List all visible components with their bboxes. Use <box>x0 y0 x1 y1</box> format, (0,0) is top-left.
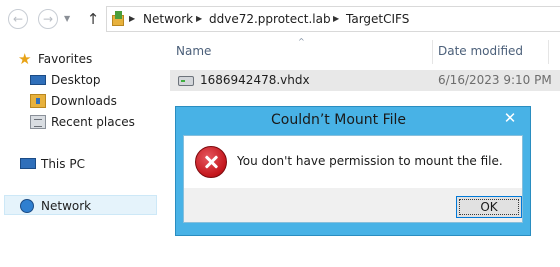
navigation-pane: ★ Favorites Desktop Downloads Recent pla… <box>0 38 160 267</box>
nav-downloads[interactable]: Downloads <box>30 91 130 111</box>
breadcrumb-network[interactable]: Network <box>143 12 193 26</box>
computer-icon <box>20 158 36 169</box>
column-divider[interactable] <box>432 40 433 64</box>
error-dialog: Couldn’t Mount File ✕ You don't have per… <box>175 106 531 236</box>
file-list-header: Name ^ Date modified <box>162 38 560 64</box>
network-icon <box>20 199 34 213</box>
file-date-modified: 6/16/2023 9:10 PM <box>438 73 552 87</box>
dialog-body: You don't have permission to mount the f… <box>183 135 523 223</box>
recent-locations-dropdown-icon[interactable]: ▼ <box>64 14 74 24</box>
address-bar[interactable]: ▶ Network ▶ ddve72.pprotect.lab ▶ Target… <box>106 6 560 32</box>
back-button[interactable]: ← <box>8 9 28 29</box>
up-arrow-icon[interactable]: ↑ <box>84 9 102 29</box>
nav-favorites[interactable]: ★ Favorites <box>18 49 118 69</box>
nav-desktop-label: Desktop <box>51 73 101 87</box>
breadcrumb-separator-icon[interactable]: ▶ <box>129 13 135 25</box>
recent-places-icon <box>30 115 46 129</box>
breadcrumb-separator-icon[interactable]: ▶ <box>196 13 202 25</box>
desktop-icon <box>30 75 46 85</box>
nav-this-pc-label: This PC <box>41 157 85 171</box>
breadcrumb-share[interactable]: TargetCIFS <box>346 12 409 26</box>
error-icon <box>195 146 227 178</box>
vhdx-file-icon <box>178 76 194 86</box>
nav-this-pc[interactable]: This PC <box>20 154 120 174</box>
nav-network[interactable]: Network <box>4 195 157 215</box>
close-icon[interactable]: ✕ <box>499 108 521 128</box>
dialog-message: You don't have permission to mount the f… <box>237 154 503 168</box>
ok-button[interactable]: OK <box>456 196 522 218</box>
column-header-date-modified[interactable]: Date modified <box>438 44 523 58</box>
dialog-footer: OK <box>184 188 522 222</box>
downloads-icon <box>30 94 46 108</box>
file-row[interactable]: 1686942478.vhdx 6/16/2023 9:10 PM <box>170 70 560 91</box>
column-divider[interactable] <box>548 40 549 64</box>
sort-indicator-icon: ^ <box>298 37 305 46</box>
breadcrumb-host[interactable]: ddve72.pprotect.lab <box>209 12 331 26</box>
navigation-bar: ← → ▼ ↑ ▶ Network ▶ ddve72.pprotect.lab … <box>0 0 560 38</box>
nav-favorites-label: Favorites <box>38 52 93 66</box>
dialog-title: Couldn’t Mount File <box>270 112 406 128</box>
nav-network-label: Network <box>41 199 92 213</box>
breadcrumb-separator-icon[interactable]: ▶ <box>333 13 339 25</box>
star-icon: ★ <box>18 50 32 68</box>
column-header-name[interactable]: Name <box>176 44 211 58</box>
nav-desktop[interactable]: Desktop <box>30 70 130 90</box>
nav-recent-places-label: Recent places <box>51 115 135 129</box>
nav-downloads-label: Downloads <box>51 94 117 108</box>
file-name: 1686942478.vhdx <box>200 73 310 87</box>
network-folder-icon <box>112 10 126 28</box>
forward-button[interactable]: → <box>38 9 58 29</box>
nav-recent-places[interactable]: Recent places <box>30 112 140 132</box>
